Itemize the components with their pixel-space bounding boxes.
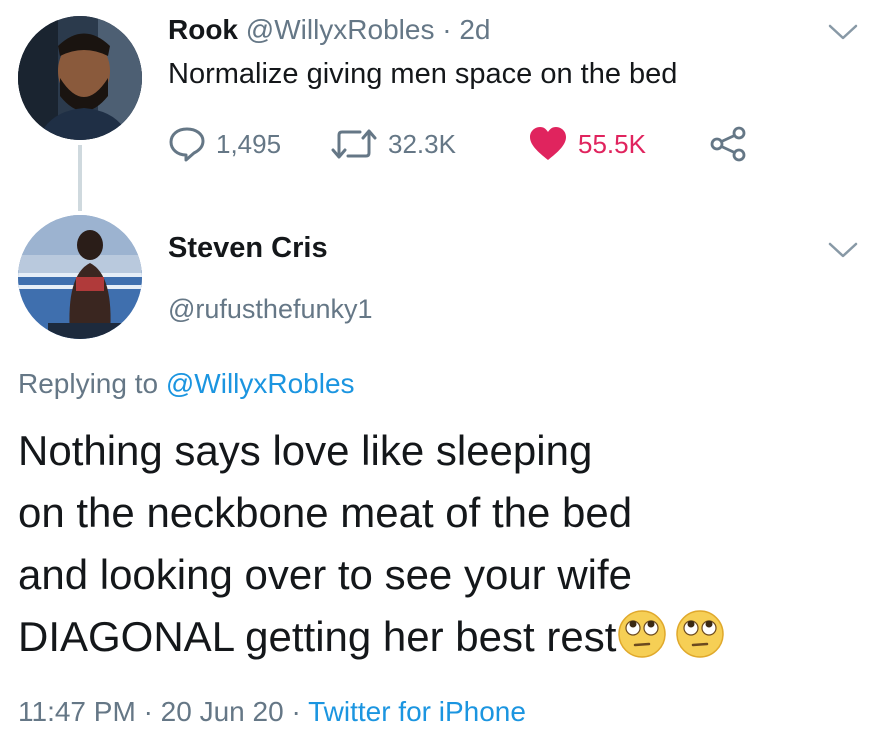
tweet-text: Normalize giving men space on the bed <box>168 58 678 90</box>
reply-body-line: DIAGONAL getting her best rest <box>18 613 617 660</box>
share-button[interactable] <box>708 122 748 166</box>
reply-body-line-with-emojis: DIAGONAL getting her best rest <box>18 606 878 676</box>
tweet-header: Rook @WillyxRobles · 2d <box>168 14 491 46</box>
face-with-rolling-eyes-emoji-icon <box>674 609 726 676</box>
thread-connector-line <box>78 145 82 211</box>
tweet-author-name[interactable]: Rook <box>168 14 238 45</box>
retweet-icon <box>330 126 378 162</box>
reply-source-link[interactable]: Twitter for iPhone <box>308 696 526 727</box>
like-count: 55.5K <box>578 128 646 159</box>
meta-separator: · <box>143 696 153 727</box>
speech-bubble-icon <box>168 126 206 162</box>
tweet-author-handle[interactable]: @WillyxRobles <box>246 14 435 45</box>
reply-time[interactable]: 11:47 PM <box>18 696 136 727</box>
meta-separator: · <box>291 696 301 727</box>
reply-body-text: Nothing says love like sleeping on the n… <box>18 420 878 676</box>
replying-to-mention-link[interactable]: @WillyxRobles <box>166 368 355 399</box>
retweet-count: 32.3K <box>388 128 456 159</box>
header-separator: · <box>442 14 452 45</box>
reply-body-line: Nothing says love like sleeping <box>18 427 593 474</box>
face-with-rolling-eyes-emoji-icon <box>616 609 668 676</box>
steven-cris-avatar[interactable] <box>18 215 142 339</box>
reply-body-line: on the neckbone meat of the bed <box>18 489 633 536</box>
tweet-menu-chevron-down-icon[interactable] <box>826 22 860 42</box>
rook-avatar-image <box>18 16 142 140</box>
reply-date[interactable]: 20 Jun 20 <box>161 696 284 727</box>
replying-to-line: Replying to @WillyxRobles <box>18 368 355 400</box>
reply-button[interactable]: 1,495 <box>168 122 281 166</box>
tweet-time-ago[interactable]: 2d <box>459 14 490 45</box>
retweet-button[interactable]: 32.3K <box>330 122 456 166</box>
heart-icon <box>528 126 568 162</box>
reply-menu-chevron-down-icon[interactable] <box>826 240 860 260</box>
like-button[interactable]: 55.5K <box>528 122 646 166</box>
reply-author-handle[interactable]: @rufusthefunky1 <box>168 294 373 325</box>
reply-body-line: and looking over to see your wife <box>18 551 633 598</box>
rook-avatar[interactable] <box>18 16 142 140</box>
share-icon <box>708 126 748 162</box>
reply-count: 1,495 <box>216 128 282 159</box>
replying-to-label: Replying to <box>18 368 159 399</box>
steven-cris-avatar-image <box>18 215 142 339</box>
reply-author-name[interactable]: Steven Cris <box>168 232 328 265</box>
reply-meta-line: 11:47 PM · 20 Jun 20 · Twitter for iPhon… <box>18 696 526 728</box>
